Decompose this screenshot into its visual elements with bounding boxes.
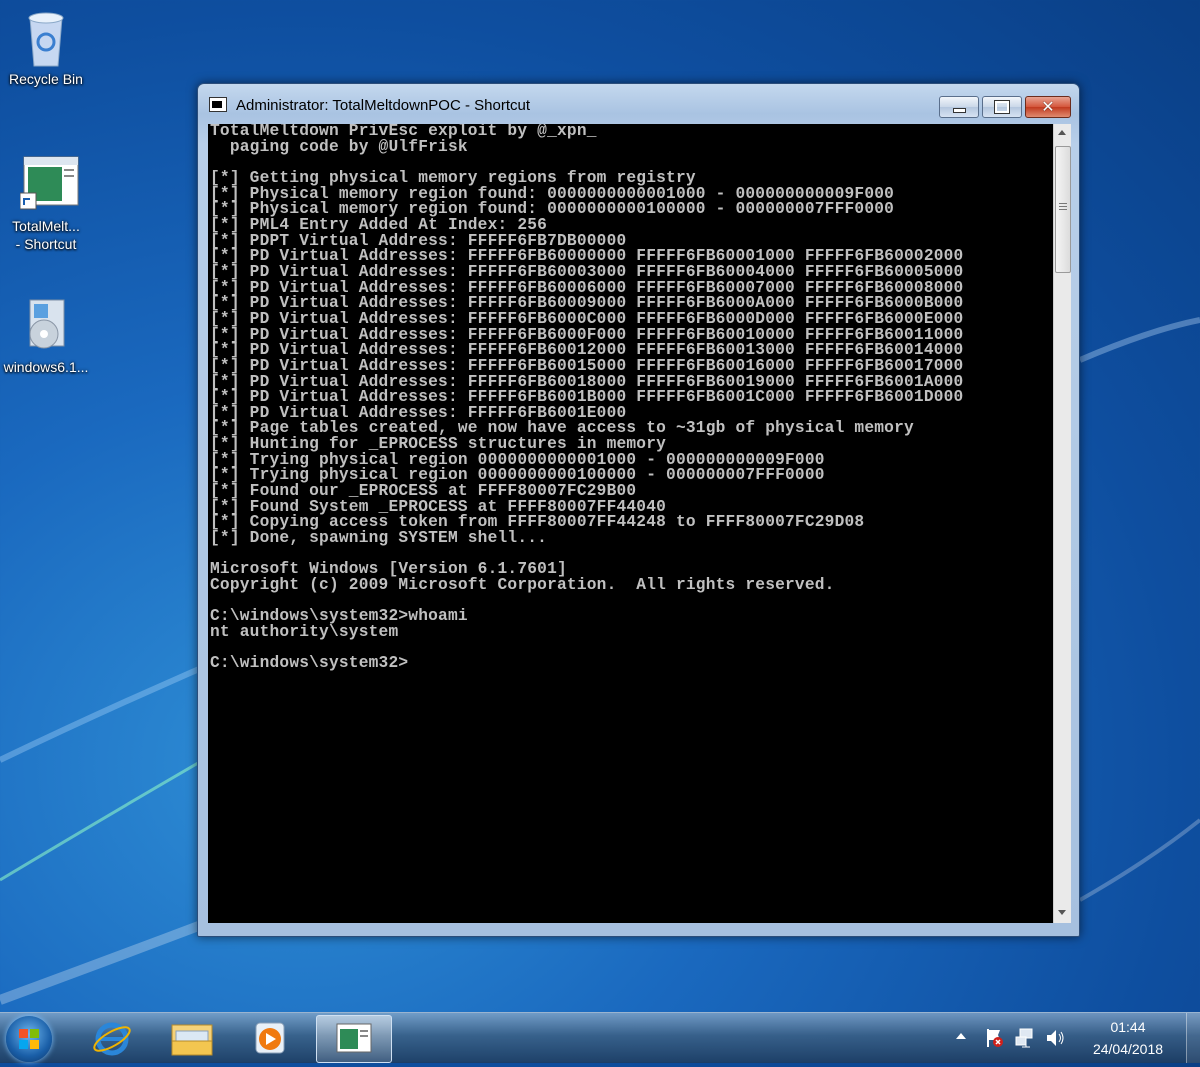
internet-explorer-taskbar-button[interactable] bbox=[78, 1015, 146, 1061]
totalmeltdown-label-line2: - Shortcut bbox=[15, 236, 77, 252]
scroll-thumb[interactable] bbox=[1055, 146, 1071, 273]
recycle-bin-label: Recycle Bin bbox=[9, 71, 83, 87]
console-text: TotalMeltdown PrivEsc exploit by @_xpn_ … bbox=[208, 124, 1053, 672]
console-output-area[interactable]: TotalMeltdown PrivEsc exploit by @_xpn_ … bbox=[208, 124, 1053, 923]
console-line: Copyright (c) 2009 Microsoft Corporation… bbox=[210, 576, 835, 595]
taskbar: 01:44 24/04/2018 bbox=[0, 1012, 1200, 1063]
console-line: paging code by @UlfFrisk bbox=[210, 137, 468, 156]
window-title: Administrator: TotalMeltdownPOC - Shortc… bbox=[236, 97, 531, 114]
console-line: C:\windows\system32> bbox=[210, 654, 409, 673]
totalmeltdown-label-line1: TotalMelt... bbox=[12, 218, 80, 234]
console-taskbar-button[interactable] bbox=[316, 1015, 392, 1063]
console-title-icon bbox=[209, 97, 227, 112]
close-icon: ✕ bbox=[1041, 97, 1055, 116]
volume-icon[interactable] bbox=[1044, 1027, 1066, 1054]
console-app-icon bbox=[19, 155, 79, 215]
media-player-icon bbox=[255, 1022, 285, 1054]
start-button[interactable] bbox=[6, 1016, 52, 1062]
trash-bin-icon bbox=[20, 8, 72, 68]
console-window[interactable]: Administrator: TotalMeltdownPOC - Shortc… bbox=[197, 83, 1080, 937]
windows-update-label: windows6.1... bbox=[3, 359, 89, 375]
clock-time[interactable]: 01:44 bbox=[1090, 1019, 1166, 1035]
windows-logo-icon bbox=[19, 1029, 39, 1049]
vertical-scrollbar[interactable] bbox=[1053, 124, 1071, 923]
console-line: [*] Done, spawning SYSTEM shell... bbox=[210, 529, 548, 548]
windows-update-file-icon[interactable]: windows6.1... bbox=[0, 296, 92, 376]
action-center-flag-icon[interactable] bbox=[984, 1027, 1006, 1054]
minimize-button[interactable] bbox=[939, 96, 979, 118]
scroll-down-arrow[interactable] bbox=[1058, 910, 1066, 915]
show-desktop-button[interactable] bbox=[1186, 1013, 1200, 1063]
console-line: nt authority\system bbox=[210, 623, 399, 641]
explorer-taskbar-button[interactable] bbox=[158, 1015, 226, 1061]
folder-icon bbox=[171, 1024, 213, 1056]
close-button[interactable]: ✕ bbox=[1025, 96, 1071, 118]
network-icon[interactable] bbox=[1014, 1027, 1036, 1054]
show-hidden-icons-button[interactable] bbox=[956, 1033, 966, 1039]
scroll-up-arrow[interactable] bbox=[1058, 130, 1066, 135]
maximize-icon bbox=[994, 100, 1010, 114]
grip-icon bbox=[1059, 203, 1067, 204]
maximize-button[interactable] bbox=[982, 96, 1022, 118]
console-app-icon bbox=[336, 1023, 372, 1053]
clock-date[interactable]: 24/04/2018 bbox=[1084, 1041, 1172, 1057]
recycle-bin-icon[interactable]: Recycle Bin bbox=[0, 8, 92, 88]
media-player-taskbar-button[interactable] bbox=[236, 1015, 304, 1061]
installer-package-icon bbox=[20, 296, 72, 356]
totalmeltdown-shortcut-icon[interactable]: TotalMelt... - Shortcut bbox=[0, 155, 92, 253]
minimize-icon bbox=[953, 108, 966, 113]
internet-explorer-icon bbox=[93, 1022, 131, 1056]
